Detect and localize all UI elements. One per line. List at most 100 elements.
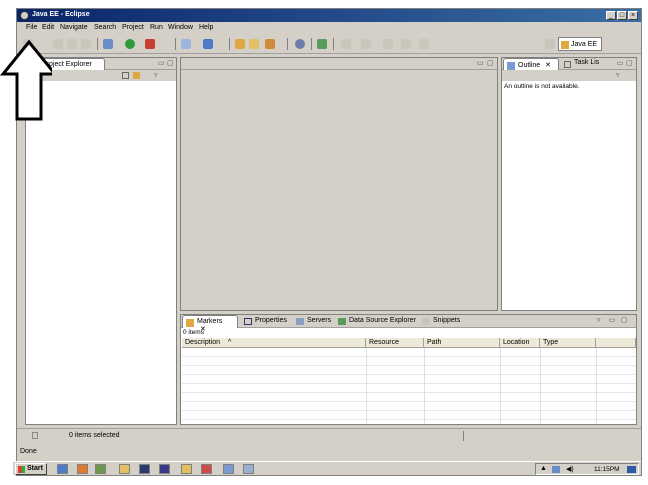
toolbar-separator [333,38,334,50]
maximize-button[interactable]: □ [617,11,627,20]
tray-arrow-icon[interactable]: ▲ [540,465,547,472]
menu-window[interactable]: Window [168,24,193,31]
menu-bar: File Edit Navigate Search Project Run Wi… [17,22,641,34]
windows-logo-icon [18,466,25,473]
column-description[interactable]: Description ^ [182,338,366,348]
tab-task-list[interactable]: Task Lis [562,59,608,70]
view-menu-icon[interactable]: ▿ [616,71,620,79]
editor-area: ▭ ▢ [180,57,498,311]
back-arrow-icon[interactable] [383,39,393,49]
column-type[interactable]: Type [540,338,596,348]
close-button[interactable]: × [628,11,638,20]
task-window-icon[interactable] [223,464,234,474]
task-document-icon[interactable] [201,464,212,474]
snippets-tab-label: Snippets [433,317,461,324]
task-eclipse-icon[interactable] [139,464,150,474]
status-selection: 0 items selected [69,432,120,439]
annotation-arrow-icon [0,40,52,121]
properties-tab-label: Properties [255,317,287,324]
outline-message: An outline is not available. [504,83,580,90]
minimize-editor-icon[interactable]: ▭ [477,59,484,67]
folder-icon[interactable] [119,464,130,474]
menu-navigate[interactable]: Navigate [60,24,88,31]
column-resource-label: Resource [369,339,399,346]
menu-project[interactable]: Project [122,24,144,31]
last-edit-icon[interactable] [419,39,429,49]
menu-edit[interactable]: Edit [42,24,54,31]
annotation-icon[interactable] [341,39,351,49]
external-tools-icon[interactable] [145,39,155,49]
column-location[interactable]: Location [500,338,540,348]
tab-properties[interactable]: Properties [243,317,287,325]
network-icon[interactable] [552,466,560,473]
collapse-all-icon[interactable] [122,72,129,79]
markers-table-header: Description ^ Resource Path Location Typ… [182,338,636,348]
view-menu-icon[interactable]: ▿ [154,71,158,79]
perspective-label: Java EE [571,41,598,48]
maximize-view-icon[interactable]: ▢ [167,59,174,67]
outline-title: Outline [518,62,541,69]
close-tab-icon[interactable]: ✕ [545,62,551,69]
perspective-button-java-ee[interactable]: Java EE [558,37,602,51]
maximize-view-icon[interactable]: ▢ [621,316,628,324]
pencil-icon[interactable] [265,39,275,49]
tab-markers[interactable]: Markers ✕ [182,315,238,333]
task-explorer-icon[interactable] [181,464,192,474]
forward-arrow-icon[interactable] [401,39,411,49]
task-eclipse-active-icon[interactable] [159,464,170,474]
maximize-editor-icon[interactable]: ▢ [487,59,494,67]
minimize-view-icon[interactable]: ▭ [609,316,616,324]
maximize-view-icon[interactable]: ▢ [626,59,633,67]
bottom-tab-header: Markers ✕ Properties Servers Data Source… [181,315,636,333]
firefox-icon[interactable] [77,464,88,474]
link-editor-icon[interactable] [133,72,140,79]
run-icon[interactable] [125,39,135,49]
copy-icon[interactable] [81,39,91,49]
volume-icon[interactable]: ◀) [566,465,574,473]
title-bar[interactable]: Java EE - Eclipse _ □ × [17,9,641,22]
start-button[interactable]: Start [15,463,47,475]
open-perspective-icon[interactable] [545,39,555,49]
open-folder-icon[interactable] [249,39,259,49]
refresh-icon[interactable] [317,39,327,49]
save-icon[interactable] [53,39,63,49]
markers-table-body[interactable] [182,348,636,424]
eclipse-logo-icon [20,11,29,20]
menu-help[interactable]: Help [199,24,213,31]
column-type-label: Type [543,339,559,346]
column-resource[interactable]: Resource [366,338,424,348]
globe-icon[interactable] [295,39,305,49]
snippets-icon [422,318,430,325]
tab-servers[interactable]: Servers [295,317,332,325]
debug-icon[interactable] [103,39,113,49]
next-annotation-icon[interactable] [361,39,371,49]
minimize-view-icon[interactable]: ▭ [617,59,624,67]
ie-icon[interactable] [57,464,68,474]
new-project-icon[interactable] [203,39,213,49]
print-icon[interactable] [67,39,77,49]
new-server-icon[interactable] [181,39,191,49]
tab-outline[interactable]: Outline ✕ [503,58,559,70]
menu-search[interactable]: Search [94,24,116,31]
column-path[interactable]: Path [424,338,500,348]
minimize-view-icon[interactable]: ▭ [158,59,165,67]
menu-file[interactable]: File [26,24,37,31]
toolbar-separator [311,38,312,50]
minimize-button[interactable]: _ [606,11,616,20]
grid-line [366,348,367,424]
database-icon [338,318,346,325]
app-icon[interactable] [95,464,106,474]
properties-icon [244,318,252,325]
editor-tab-header: ▭ ▢ [181,58,497,70]
system-tray: ▲ ◀) 11:15PM [535,463,639,475]
task-window-icon[interactable] [243,464,254,474]
tab-data-source-explorer[interactable]: Data Source Explorer [337,317,416,325]
filter-icon[interactable]: ▿ [597,316,601,324]
open-type-icon[interactable] [235,39,245,49]
desktop-icon[interactable] [627,466,636,473]
menu-run[interactable]: Run [150,24,163,31]
tab-snippets[interactable]: Snippets [421,317,461,325]
markers-panel: Markers ✕ Properties Servers Data Source… [180,314,637,425]
servers-tab-label: Servers [307,317,332,324]
markers-icon [186,319,194,327]
